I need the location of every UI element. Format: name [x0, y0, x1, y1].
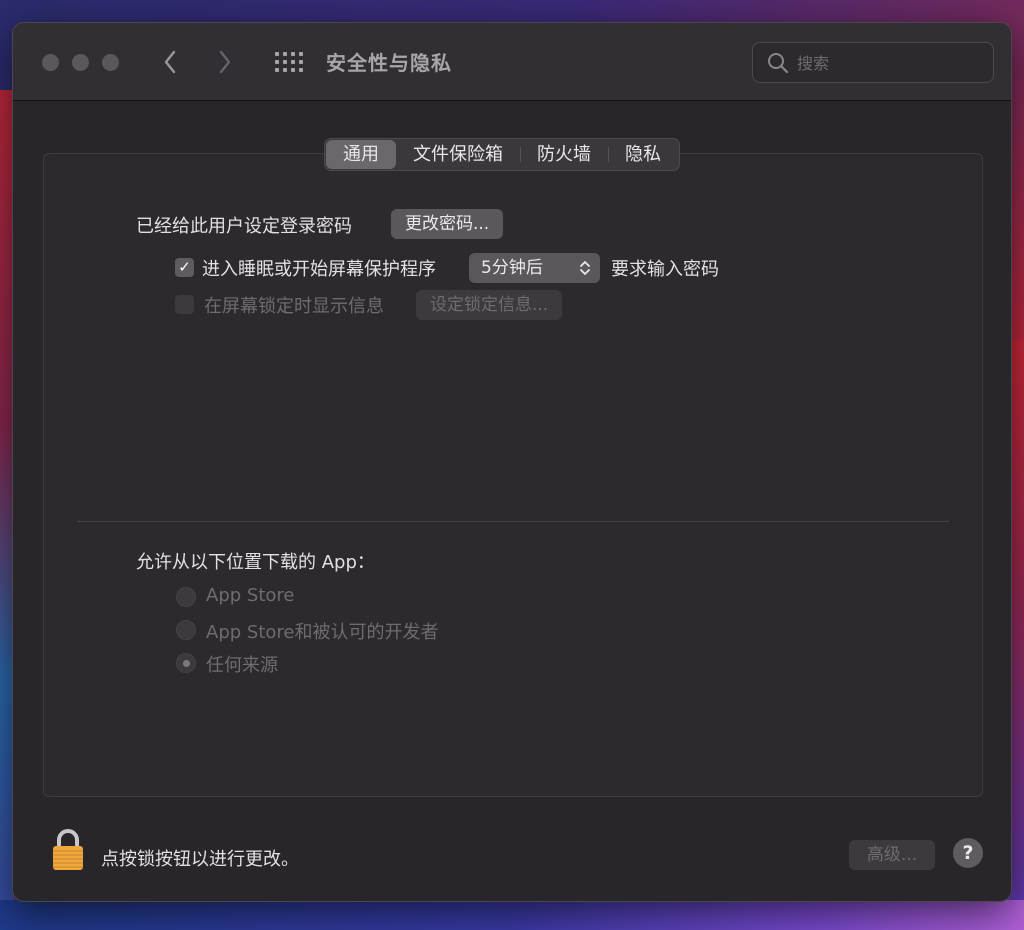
tab-general[interactable]: 通用: [326, 140, 396, 169]
desktop-wallpaper-bottom: [0, 900, 1024, 930]
tab-bar: 通用 文件保险箱 防火墙 隐私: [324, 138, 680, 171]
zoom-window-button[interactable]: [102, 54, 119, 71]
preferences-window: 安全性与隐私 通用 文件保险箱 防火墙 隐私 已经给此用户设定登录密码 更改密码…: [12, 22, 1012, 902]
search-input[interactable]: [797, 51, 982, 75]
radio-app-store[interactable]: [176, 587, 196, 607]
require-password-suffix: 要求输入密码: [611, 259, 719, 280]
close-window-button[interactable]: [42, 54, 59, 71]
tab-filevault[interactable]: 文件保险箱: [396, 140, 520, 169]
lock-icon[interactable]: [51, 829, 85, 871]
back-button[interactable]: [163, 47, 177, 81]
show-all-grid-icon[interactable]: [275, 52, 303, 72]
up-down-chevron-icon: [580, 261, 590, 275]
search-icon: [768, 53, 789, 74]
general-panel: [43, 153, 983, 797]
radio-anywhere[interactable]: [176, 653, 196, 673]
set-lock-message-button[interactable]: 设定锁定信息...: [416, 290, 563, 320]
forward-button[interactable]: [218, 47, 232, 81]
password-delay-value: 5分钟后: [481, 258, 543, 278]
chevron-left-icon: [164, 50, 176, 74]
search-field[interactable]: [752, 42, 994, 83]
require-password-label: 进入睡眠或开始屏幕保护程序: [202, 259, 436, 280]
minimize-window-button[interactable]: [72, 54, 89, 71]
show-lock-message-label: 在屏幕锁定时显示信息: [204, 296, 384, 317]
tab-privacy[interactable]: 隐私: [608, 140, 678, 169]
radio-app-store-identified-label: App Store和被认可的开发者: [206, 622, 439, 643]
chevron-right-icon: [219, 50, 231, 74]
require-password-checkbox[interactable]: ✓: [175, 258, 194, 277]
title-bar: 安全性与隐私: [13, 23, 1011, 101]
advanced-button[interactable]: 高级...: [849, 840, 935, 870]
download-apps-heading: 允许从以下位置下载的 App：: [136, 552, 375, 573]
window-title: 安全性与隐私: [326, 51, 452, 75]
radio-app-store-label: App Store: [206, 585, 295, 606]
change-password-button[interactable]: 更改密码...: [391, 209, 504, 239]
password-delay-select[interactable]: 5分钟后: [469, 253, 600, 283]
help-button[interactable]: ?: [953, 838, 983, 868]
password-set-label: 已经给此用户设定登录密码: [136, 216, 352, 237]
show-lock-message-checkbox[interactable]: [175, 295, 194, 314]
radio-anywhere-label: 任何来源: [206, 655, 278, 676]
radio-app-store-identified[interactable]: [176, 620, 196, 640]
tab-firewall[interactable]: 防火墙: [520, 140, 608, 169]
desktop-wallpaper-right: [1010, 340, 1024, 930]
section-divider: [77, 521, 949, 522]
lock-message-text: 点按锁按钮以进行更改。: [101, 849, 299, 870]
